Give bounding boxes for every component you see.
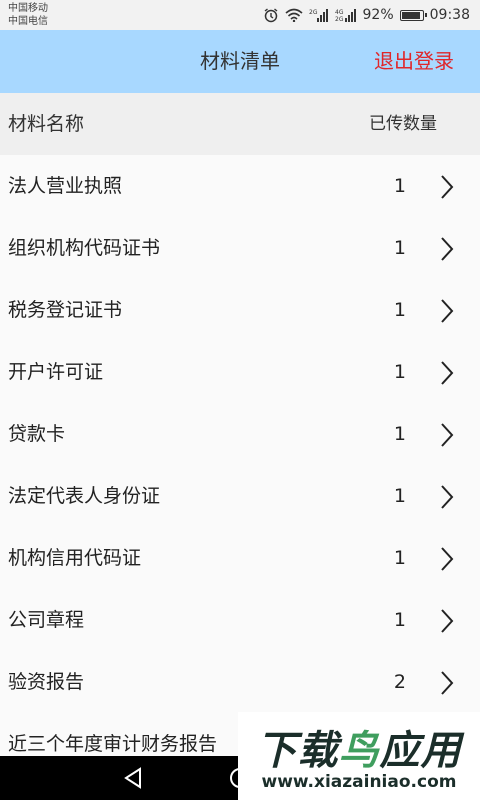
carrier-info: 中国移动 中国电信 — [8, 2, 48, 28]
wifi-icon — [284, 8, 303, 22]
list-item[interactable]: 机构信用代码证 1 — [0, 527, 480, 589]
status-icons: 2G 4G 2G 92% 09:38 — [263, 0, 470, 30]
signal-2g-icon: 2G — [309, 8, 329, 22]
list-item[interactable]: 法人营业执照 1 — [0, 155, 480, 217]
svg-text:2G: 2G — [335, 16, 344, 22]
item-count: 1 — [393, 237, 406, 259]
watermark-url: www.xiazainiao.com — [261, 772, 457, 792]
battery-percent: 92% — [362, 7, 394, 23]
watermark-char: 应 — [379, 728, 421, 774]
item-count: 1 — [393, 361, 406, 383]
item-label: 法人营业执照 — [8, 175, 123, 197]
chevron-right-icon — [441, 671, 454, 695]
chevron-right-icon — [441, 547, 454, 571]
chevron-right-icon — [441, 299, 454, 323]
item-label: 组织机构代码证书 — [8, 237, 161, 259]
clock: 09:38 — [429, 7, 470, 23]
item-count: 1 — [393, 175, 406, 197]
chevron-right-icon — [441, 237, 454, 261]
list-item[interactable]: 开户许可证 1 — [0, 341, 480, 403]
list-item[interactable]: 税务登记证书 1 — [0, 279, 480, 341]
item-label: 法定代表人身份证 — [8, 485, 161, 507]
list-column-header: 材料名称 已传数量 — [0, 93, 480, 155]
item-count: 1 — [393, 547, 406, 569]
battery-icon — [399, 9, 427, 21]
battery-fill — [401, 11, 420, 19]
item-count: 2 — [393, 671, 406, 693]
app-header: 材料清单 退出登录 — [0, 30, 480, 93]
item-count: 1 — [393, 609, 406, 631]
signal-4g-icon: 4G 2G — [335, 8, 357, 22]
item-count: 1 — [393, 299, 406, 321]
screen: 中国移动 中国电信 2G 4G 2G 92% 09:38 材料清单 退出登录 材… — [0, 0, 480, 800]
list-item[interactable]: 验资报告 2 — [0, 651, 480, 713]
svg-text:4G: 4G — [335, 9, 344, 16]
svg-text:2G: 2G — [309, 9, 318, 16]
list-item[interactable]: 组织机构代码证书 1 — [0, 217, 480, 279]
status-bar: 中国移动 中国电信 2G 4G 2G 92% 09:38 — [0, 0, 480, 30]
column-uploaded-count: 已传数量 — [369, 114, 437, 134]
list-item[interactable]: 贷款卡 1 — [0, 403, 480, 465]
item-label: 机构信用代码证 — [8, 547, 142, 569]
list-item[interactable]: 公司章程 1 — [0, 589, 480, 651]
watermark-title: 下载鸟应用 — [257, 728, 462, 774]
watermark-char: 鸟 — [338, 728, 380, 774]
alarm-icon — [263, 7, 279, 23]
chevron-right-icon — [441, 423, 454, 447]
item-count: 1 — [393, 485, 406, 507]
watermark-char: 用 — [420, 728, 462, 774]
chevron-right-icon — [441, 361, 454, 385]
item-label: 开户许可证 — [8, 361, 104, 383]
item-label: 公司章程 — [8, 609, 85, 631]
carrier-1: 中国移动 — [8, 3, 48, 14]
chevron-right-icon — [441, 609, 454, 633]
item-count: 1 — [393, 423, 406, 445]
list-item[interactable]: 法定代表人身份证 1 — [0, 465, 480, 527]
item-label: 贷款卡 — [8, 423, 66, 445]
watermark-char: 载 — [297, 728, 339, 774]
watermark-char: 下 — [256, 728, 298, 774]
logout-button[interactable]: 退出登录 — [374, 30, 454, 93]
carrier-2: 中国电信 — [8, 16, 48, 27]
chevron-right-icon — [441, 485, 454, 509]
material-list: 法人营业执照 1 组织机构代码证书 1 税务登记证书 1 开户许可证 1 贷款卡 1 法定代表人身份… — [0, 155, 480, 775]
watermark-logo: 下载鸟应用 — [238, 718, 480, 776]
chevron-right-icon — [441, 175, 454, 199]
watermark: 下载鸟应用 www.xiazainiao.com — [238, 712, 480, 800]
back-icon[interactable] — [122, 766, 144, 790]
item-label: 验资报告 — [8, 671, 85, 693]
item-label: 税务登记证书 — [8, 299, 123, 321]
column-material-name: 材料名称 — [8, 113, 85, 135]
